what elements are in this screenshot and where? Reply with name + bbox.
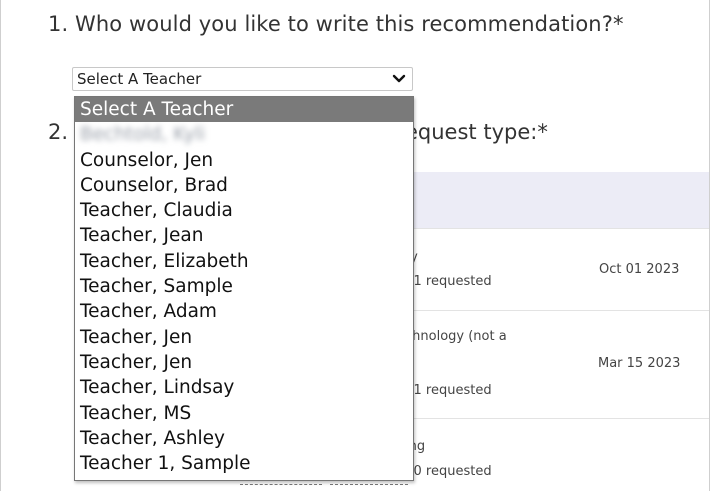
dropdown-option[interactable]: Bechtold, Kyli [75,122,413,147]
row-divider [405,310,709,311]
dropdown-option[interactable]: Counselor, Brad [75,173,413,198]
dropdown-option[interactable]: Teacher, MS [75,401,413,426]
dropdown-option[interactable]: Teacher, Jean [75,223,413,248]
recommendation-request-page: 1. Who would you like to write this reco… [0,0,710,491]
row-3-requested-count: / 0 requested [405,464,492,479]
dropdown-option[interactable]: Teacher, Claudia [75,198,413,223]
chevron-down-icon [392,74,406,83]
dropdown-option-label: Bechtold, Kyli [80,124,206,146]
dashed-divider [330,484,408,485]
row-1-requested-count: / 1 requested [405,274,492,289]
frame-border-left [0,0,1,491]
question-2-label: equest type:* [405,120,548,144]
question-1-label: 1. Who would you like to write this reco… [48,12,624,36]
request-table-header [405,172,709,228]
teacher-select-value: Select A Teacher [77,70,202,88]
dropdown-option[interactable]: Teacher, Jen [75,325,413,350]
teacher-select[interactable]: Select A Teacher [72,67,413,91]
row-2-date: Mar 15 2023 [598,356,681,371]
dropdown-option[interactable]: Teacher, Jen [75,350,413,375]
row-divider [405,228,709,229]
dropdown-option[interactable]: Teacher, Sample [75,274,413,299]
dropdown-option[interactable]: Teacher, Elizabeth [75,249,413,274]
row-1-date: Oct 01 2023 [599,262,680,277]
dropdown-option[interactable]: Counselor, Jen [75,148,413,173]
teacher-dropdown-list[interactable]: Select A Teacher Bechtold, Kyli Counselo… [74,96,414,481]
dropdown-option[interactable]: Teacher, Adam [75,299,413,324]
dashed-divider [240,484,322,485]
dropdown-option[interactable]: Teacher 1, Sample [75,451,413,476]
dropdown-option[interactable]: Select A Teacher [75,97,413,123]
question-2-number: 2. [48,120,69,144]
row-divider [405,418,709,419]
dropdown-option[interactable]: Teacher, Lindsay [75,375,413,400]
row-2-type-text: chnology (not a [405,329,507,344]
row-2-requested-count: / 1 requested [405,383,492,398]
dropdown-option[interactable]: Teacher, Ashley [75,426,413,451]
